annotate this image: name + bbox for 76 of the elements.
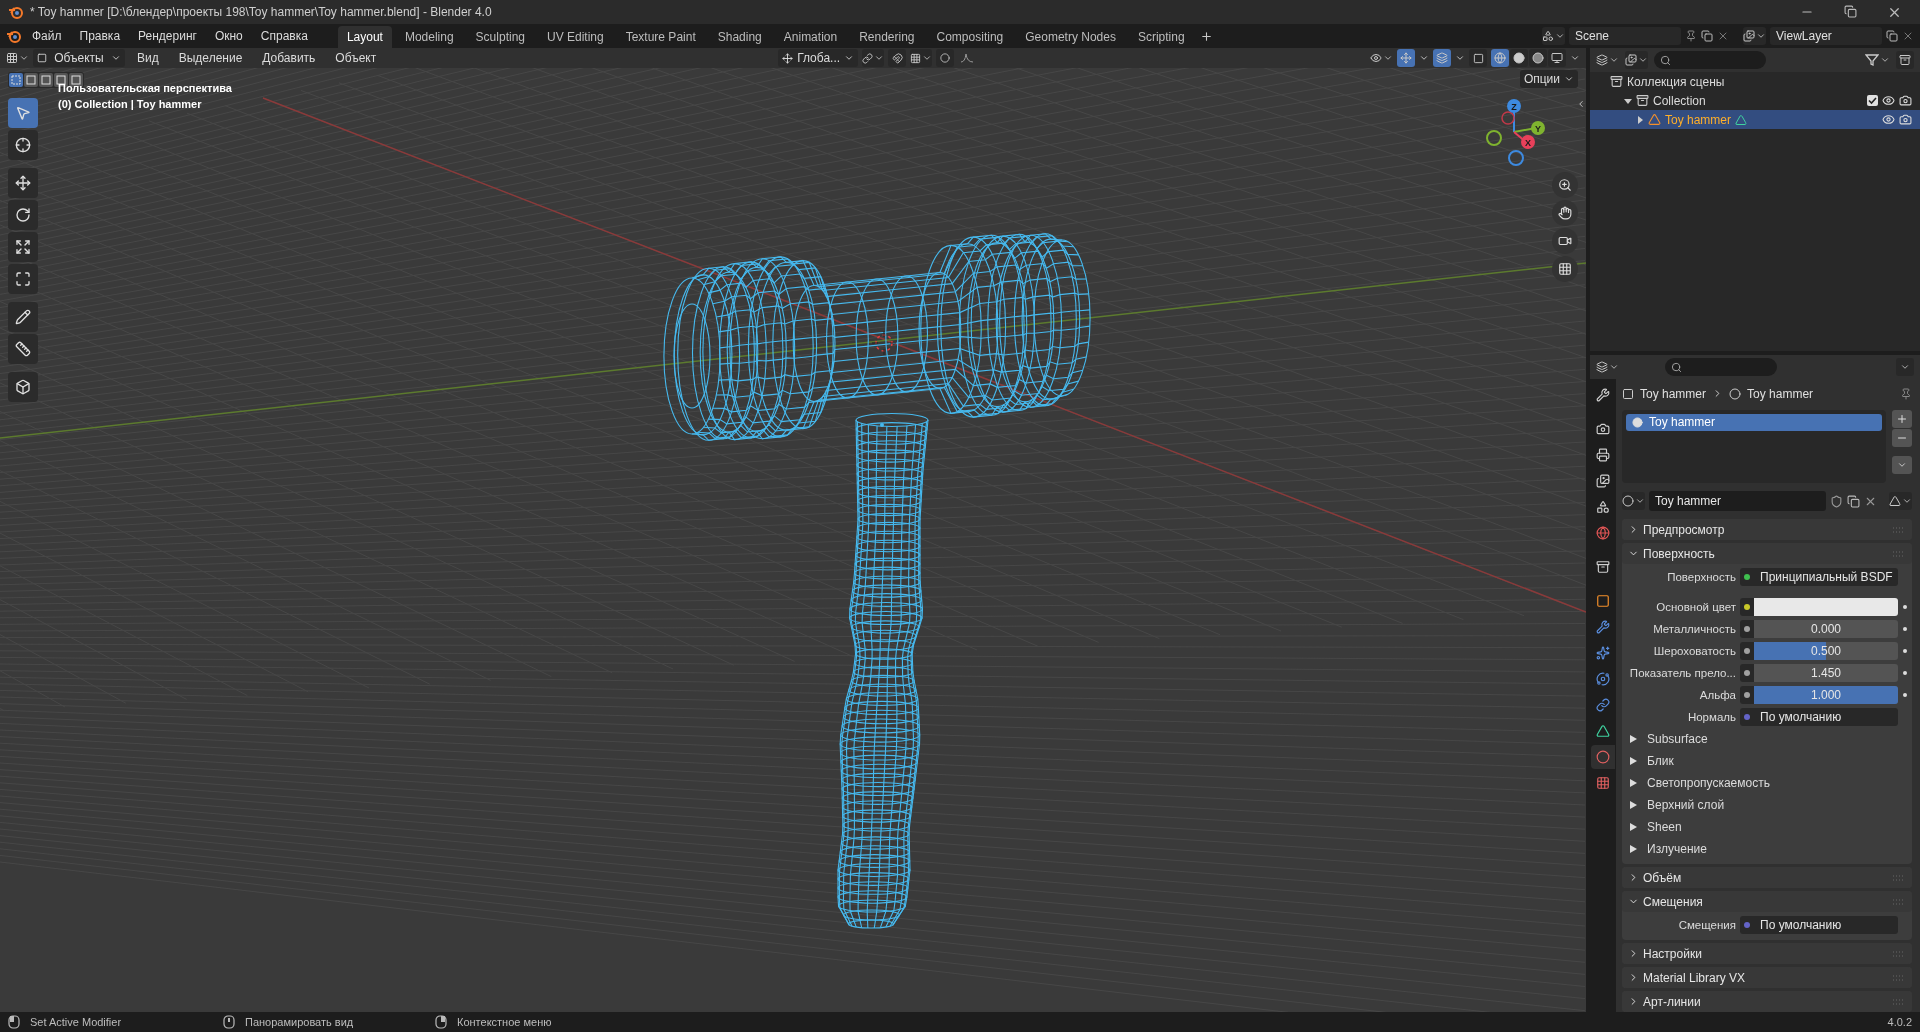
- workspace-tab[interactable]: Compositing: [927, 26, 1013, 48]
- menu-item[interactable]: Добавить: [254, 48, 324, 68]
- subpanel-header[interactable]: Блик: [1622, 752, 1912, 770]
- status-hint: Контекстное меню: [457, 1016, 552, 1028]
- property-label: Поверхность: [1666, 571, 1737, 583]
- axis-label: Z: [1511, 102, 1517, 112]
- menu-item[interactable]: Окно: [206, 26, 251, 46]
- menu-item[interactable]: Рендеринг: [130, 26, 205, 46]
- menu-item[interactable]: Правка: [71, 26, 129, 46]
- outliner-item-label: Collection: [1653, 93, 1706, 108]
- subpanel-header[interactable]: Светопропускаемость: [1622, 774, 1912, 792]
- panel-header[interactable]: Настройки: [1622, 943, 1912, 964]
- options-dropdown[interactable]: Опции: [1519, 70, 1578, 88]
- workspace-tab[interactable]: Layout: [337, 26, 392, 48]
- value-slider[interactable]: 0.000: [1754, 620, 1898, 638]
- shader-link-field[interactable]: По умолчанию: [1754, 708, 1898, 726]
- menu-item[interactable]: Справка: [252, 26, 316, 46]
- panel-header[interactable]: Material Library VX: [1622, 967, 1912, 988]
- orientation-label: Глоба...: [797, 51, 841, 65]
- property-label: Основной цвет: [1655, 601, 1737, 613]
- shader-link-field[interactable]: Принципиальный BSDF: [1754, 568, 1898, 586]
- menu-item[interactable]: Выделение: [170, 48, 251, 68]
- property-label: Альфа: [1698, 689, 1737, 701]
- material-slot[interactable]: Toy hammer: [1626, 413, 1882, 431]
- workspace-tab[interactable]: Rendering: [850, 26, 924, 48]
- outliner-item-label: Коллекция сцены: [1627, 74, 1725, 89]
- status-hint: Set Active Modifier: [30, 1016, 122, 1028]
- panel-header[interactable]: Объём: [1622, 867, 1912, 888]
- material-name-field[interactable]: Toy hammer: [1649, 491, 1826, 512]
- options-label: Опции: [1523, 72, 1560, 86]
- workspace-tab[interactable]: Shading: [708, 26, 771, 48]
- panel-header[interactable]: Смещения: [1622, 891, 1912, 912]
- orientation-dropdown[interactable]: Глоба...: [778, 49, 859, 67]
- property-label: Металличность: [1652, 623, 1737, 635]
- subpanel-header[interactable]: Sheen: [1622, 818, 1912, 836]
- workspace-tab[interactable]: UV Editing: [538, 26, 613, 48]
- menu-item[interactable]: Вид: [129, 48, 167, 68]
- outliner-item-label: Toy hammer: [1665, 112, 1732, 127]
- mode-label: Объекты: [54, 51, 104, 65]
- panel-header[interactable]: Арт-линии: [1622, 991, 1912, 1012]
- shader-link-field[interactable]: По умолчанию: [1754, 916, 1898, 934]
- breadcrumb-item: Toy hammer: [1747, 386, 1814, 401]
- property-label: Смещения: [1677, 919, 1737, 931]
- workspace-tab[interactable]: Scripting: [1128, 26, 1194, 48]
- workspace-tab[interactable]: Sculpting: [466, 26, 534, 48]
- property-label: Показатель прело...: [1628, 667, 1737, 679]
- axis-label: Y: [1535, 124, 1541, 134]
- menu-item[interactable]: Объект: [327, 48, 385, 68]
- status-hint: Панорамировать вид: [245, 1016, 354, 1028]
- workspace-tab[interactable]: Texture Paint: [616, 26, 705, 48]
- subpanel-header[interactable]: Subsurface: [1622, 730, 1912, 748]
- view-name-text: Пользовательская перспектива: [58, 81, 232, 96]
- context-text: (0) Collection | Toy hammer: [58, 97, 203, 112]
- view-layer-field[interactable]: ViewLayer: [1770, 27, 1882, 45]
- version-text: 4.0.2: [1887, 1016, 1912, 1028]
- value-slider[interactable]: 1.000: [1754, 686, 1898, 704]
- subpanel-header[interactable]: Верхний слой: [1622, 796, 1912, 814]
- workspace-tab[interactable]: Modeling: [395, 26, 463, 48]
- panel-header[interactable]: Предпросмотр: [1622, 519, 1912, 540]
- workspace-tab[interactable]: Geometry Nodes: [1016, 26, 1125, 48]
- subpanel-header[interactable]: Излучение: [1622, 840, 1912, 858]
- scene-field[interactable]: Scene: [1569, 27, 1681, 45]
- workspace-tab[interactable]: Animation: [774, 26, 847, 48]
- property-label: Нормаль: [1686, 711, 1737, 723]
- property-label: Шероховатость: [1652, 645, 1737, 657]
- number-field[interactable]: 1.450: [1754, 664, 1898, 682]
- value-slider[interactable]: 0.500: [1754, 642, 1898, 660]
- breadcrumb-item: Toy hammer: [1640, 386, 1707, 401]
- axis-label: X: [1525, 138, 1531, 148]
- outliner-row[interactable]: Toy hammer: [1590, 110, 1920, 129]
- outliner-row[interactable]: Collection: [1590, 91, 1920, 110]
- menu-item[interactable]: Файл: [24, 26, 70, 46]
- slot-label: Toy hammer: [1649, 415, 1716, 430]
- window-title: * Toy hammer [D:\блендер\проекты 198\Toy hammer\Toy hammer.blend] - Blender 4.0: [30, 5, 492, 19]
- panel-header[interactable]: Поверхность: [1622, 543, 1912, 564]
- mode-dropdown[interactable]: Объекты: [33, 49, 125, 67]
